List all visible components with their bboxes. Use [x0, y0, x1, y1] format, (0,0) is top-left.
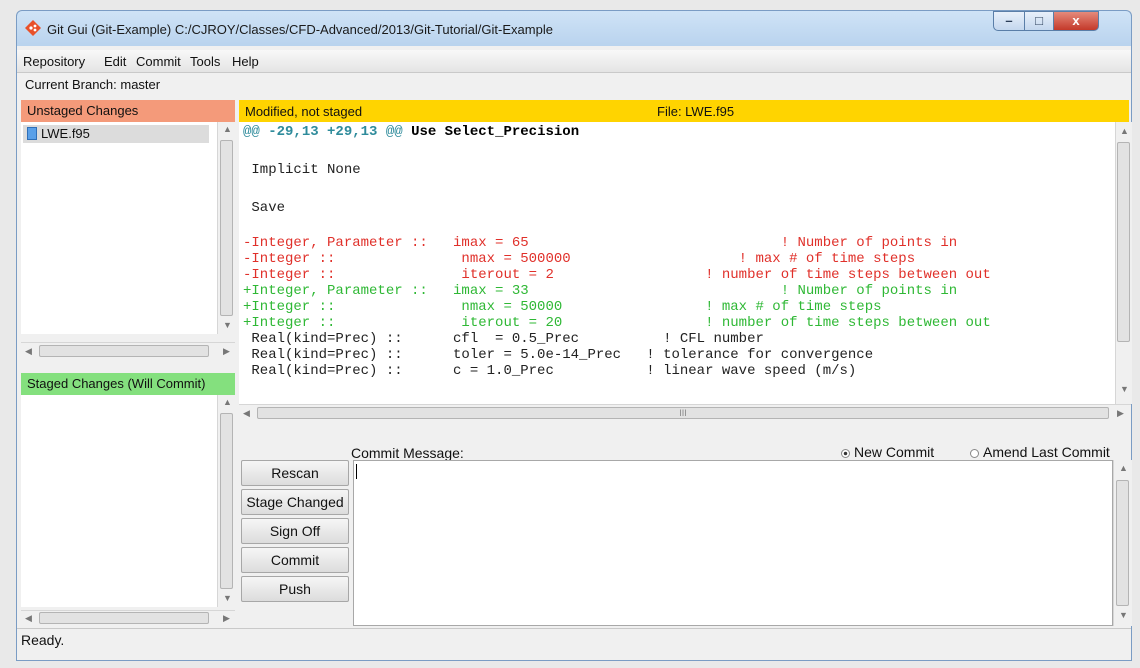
scroll-left-icon[interactable]: ◀ [25, 613, 32, 624]
text-cursor [356, 464, 357, 479]
diff-line: Real(kind=Prec) :: c = 1.0_Prec ! linear… [243, 363, 857, 379]
staged-hscrollbar[interactable]: ◀ ▶ [21, 610, 235, 627]
commit-message-label: Commit Message: [351, 445, 464, 461]
diff-line: Real(kind=Prec) :: cfl = 0.5_Prec ! CFL … [243, 331, 764, 347]
maximize-button[interactable]: □ [1024, 11, 1054, 31]
staged-header-label: Staged Changes (Will Commit) [27, 376, 206, 391]
list-item[interactable]: LWE.f95 [23, 125, 209, 143]
app-window: Repository Edit Commit Tools Help Curren… [16, 46, 1132, 661]
commit-message-input[interactable] [353, 460, 1113, 626]
scroll-thumb[interactable] [1116, 480, 1129, 606]
diff-line-added: +Integer, Parameter :: imax = 33 ! Numbe… [243, 283, 958, 299]
amend-commit-radio[interactable]: Amend Last Commit [970, 444, 1110, 460]
diff-vscrollbar[interactable]: ▲ ▼ [1115, 122, 1132, 404]
close-button[interactable]: x [1053, 11, 1099, 31]
new-commit-label: New Commit [854, 444, 935, 460]
menu-edit[interactable]: Edit [104, 54, 126, 69]
amend-commit-label: Amend Last Commit [983, 444, 1110, 460]
push-button[interactable]: Push [241, 576, 349, 602]
radio-empty-icon [970, 448, 979, 458]
scroll-right-icon[interactable]: ▶ [1117, 408, 1124, 419]
scroll-thumb[interactable]: III [257, 407, 1109, 419]
diff-line-removed: -Integer, Parameter :: imax = 65 ! Numbe… [243, 235, 958, 251]
scroll-down-icon[interactable]: ▼ [1120, 384, 1129, 394]
unstaged-header-label: Unstaged Changes [27, 103, 139, 118]
menu-repository[interactable]: Repository [23, 54, 85, 69]
scroll-right-icon[interactable]: ▶ [223, 613, 230, 624]
scroll-up-icon[interactable]: ▲ [1120, 126, 1129, 136]
rescan-button[interactable]: Rescan [241, 460, 349, 486]
scroll-thumb[interactable] [1117, 142, 1130, 342]
file-name: LWE.f95 [41, 126, 90, 141]
current-branch-label: Current Branch: master [25, 77, 161, 92]
staged-file-list[interactable] [21, 395, 217, 607]
diff-line: Implicit None [243, 162, 361, 178]
diff-hunk-header: @@ -29,13 +29,13 @@ Use Select_Precision [243, 124, 579, 140]
scroll-left-icon[interactable]: ◀ [243, 408, 250, 419]
diff-line-added: +Integer :: iterout = 20 ! number of tim… [243, 315, 991, 331]
close-icon: x [1072, 13, 1080, 28]
radio-selected-icon [841, 448, 850, 458]
status-divider [17, 628, 1131, 629]
minimize-button[interactable]: – [993, 11, 1025, 31]
menu-tools[interactable]: Tools [190, 54, 220, 69]
window-title: Git Gui (Git-Example) C:/CJROY/Classes/C… [47, 22, 553, 37]
status-text: Ready. [21, 632, 65, 648]
scroll-down-icon[interactable]: ▼ [223, 320, 232, 330]
scroll-up-icon[interactable]: ▲ [223, 397, 232, 407]
diff-status: Modified, not staged [245, 104, 363, 119]
hunk-context: Use Select_Precision [411, 124, 580, 140]
unstaged-vscrollbar[interactable]: ▲ ▼ [217, 122, 236, 334]
diff-file-name: File: LWE.f95 [657, 104, 735, 119]
file-icon [27, 127, 37, 140]
unstaged-header: Unstaged Changes [21, 100, 235, 122]
menu-help[interactable]: Help [232, 54, 259, 69]
diff-line-removed: -Integer :: iterout = 2 ! number of time… [243, 267, 991, 283]
new-commit-radio[interactable]: New Commit [841, 444, 934, 460]
diff-view[interactable]: @@ -29,13 +29,13 @@ Use Select_Precision… [239, 122, 1115, 404]
staged-header: Staged Changes (Will Commit) [21, 373, 235, 395]
hunk-range: -29,13 +29,13 [268, 124, 378, 140]
menu-commit[interactable]: Commit [136, 54, 181, 69]
scroll-left-icon[interactable]: ◀ [25, 346, 32, 357]
scroll-down-icon[interactable]: ▼ [1119, 610, 1128, 620]
unstaged-file-list[interactable]: LWE.f95 [21, 122, 217, 334]
git-diamond-icon [25, 20, 41, 36]
scroll-thumb[interactable] [220, 140, 233, 316]
commit-button[interactable]: Commit [241, 547, 349, 573]
commit-vscrollbar[interactable]: ▲ ▼ [1113, 460, 1132, 626]
unstaged-hscrollbar[interactable]: ◀ ▶ [21, 342, 235, 361]
diff-hscrollbar[interactable]: ◀ III ▶ [239, 404, 1131, 423]
maximize-icon: □ [1035, 13, 1043, 28]
hunk-at-start: @@ [243, 124, 260, 140]
staged-vscrollbar[interactable]: ▲ ▼ [217, 395, 236, 607]
diff-line: Save [243, 200, 286, 216]
hunk-at-end: @@ [385, 124, 403, 140]
diff-header: Modified, not staged File: LWE.f95 [239, 100, 1129, 122]
scroll-thumb[interactable] [220, 413, 233, 589]
scroll-thumb[interactable] [39, 345, 209, 357]
stage-changed-button[interactable]: Stage Changed [241, 489, 349, 515]
menu-bar: Repository Edit Commit Tools Help [17, 50, 1131, 73]
scroll-up-icon[interactable]: ▲ [223, 124, 232, 134]
diff-line-added: +Integer :: nmax = 50000 ! max # of time… [243, 299, 882, 315]
scroll-down-icon[interactable]: ▼ [223, 593, 232, 603]
scroll-up-icon[interactable]: ▲ [1119, 463, 1128, 473]
diff-line-removed: -Integer :: nmax = 500000 ! max # of tim… [243, 251, 916, 267]
window-titlebar[interactable]: Git Gui (Git-Example) C:/CJROY/Classes/C… [16, 10, 1132, 46]
scroll-right-icon[interactable]: ▶ [223, 346, 230, 357]
scroll-thumb[interactable] [39, 612, 209, 624]
diff-line: Real(kind=Prec) :: toler = 5.0e-14_Prec … [243, 347, 874, 363]
minimize-icon: – [1005, 13, 1013, 28]
sign-off-button[interactable]: Sign Off [241, 518, 349, 544]
